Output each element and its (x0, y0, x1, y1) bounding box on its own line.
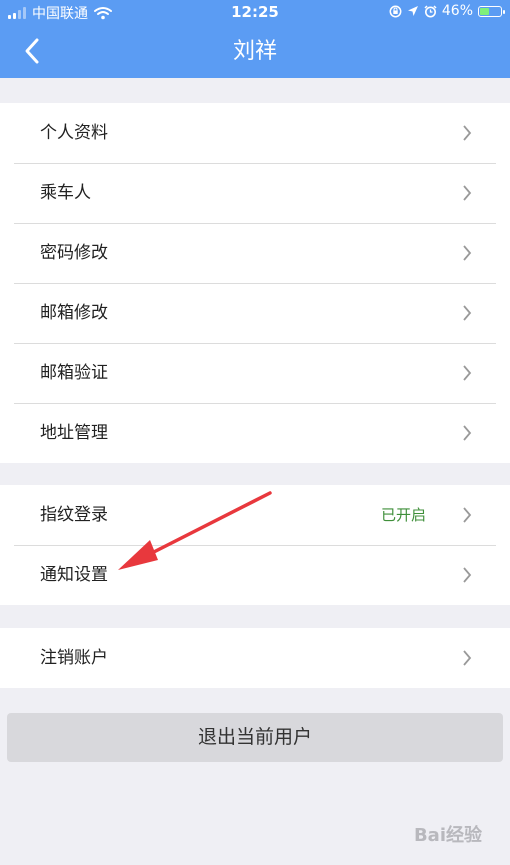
row-label: 邮箱验证 (40, 363, 108, 383)
row-label: 注销账户 (40, 648, 108, 668)
app-header: 中国联通 12:25 46% 刘祥 (0, 0, 510, 78)
row-change-password[interactable]: 密码修改 (0, 223, 510, 283)
chevron-right-icon (463, 650, 472, 666)
row-fingerprint-login[interactable]: 指纹登录 已开启 (0, 485, 510, 545)
chevron-right-icon (463, 245, 472, 261)
chevron-right-icon (463, 185, 472, 201)
row-label: 密码修改 (40, 243, 108, 263)
row-label: 地址管理 (40, 423, 108, 443)
fingerprint-status: 已开启 (380, 506, 426, 524)
row-verify-email[interactable]: 邮箱验证 (0, 343, 510, 403)
chevron-right-icon (463, 365, 472, 381)
location-icon (407, 6, 418, 16)
row-label: 通知设置 (40, 565, 108, 585)
chevron-right-icon (463, 425, 472, 441)
chevron-right-icon (463, 507, 472, 523)
chevron-right-icon (463, 125, 472, 141)
account-deletion-group: 注销账户 (0, 628, 510, 688)
status-bar: 中国联通 12:25 46% (0, 0, 510, 24)
account-settings-group: 个人资料 乘车人 密码修改 邮箱修改 邮箱验证 地址管理 (0, 103, 510, 463)
chevron-right-icon (463, 305, 472, 321)
row-change-email[interactable]: 邮箱修改 (0, 283, 510, 343)
row-delete-account[interactable]: 注销账户 (0, 628, 510, 688)
row-label: 邮箱修改 (40, 303, 108, 323)
logout-button[interactable]: 退出当前用户 (7, 713, 503, 762)
page-title: 刘祥 (232, 39, 277, 64)
row-label: 指纹登录 (40, 505, 108, 525)
row-passengers[interactable]: 乘车人 (0, 163, 510, 223)
row-address-management[interactable]: 地址管理 (0, 403, 510, 463)
battery-percent: 46% (441, 3, 473, 19)
row-notification-settings[interactable]: 通知设置 (0, 545, 510, 605)
row-label: 个人资料 (40, 123, 108, 143)
watermark-logo: Bai经验 (413, 825, 482, 846)
row-personal-info[interactable]: 个人资料 (0, 103, 510, 163)
status-right: 46% (389, 3, 505, 19)
chevron-right-icon (463, 567, 472, 583)
row-label: 乘车人 (40, 183, 91, 203)
security-settings-group: 指纹登录 已开启 通知设置 (0, 485, 510, 605)
alarm-icon (424, 4, 437, 17)
rotation-lock-icon (389, 5, 402, 17)
battery-icon (478, 5, 505, 17)
